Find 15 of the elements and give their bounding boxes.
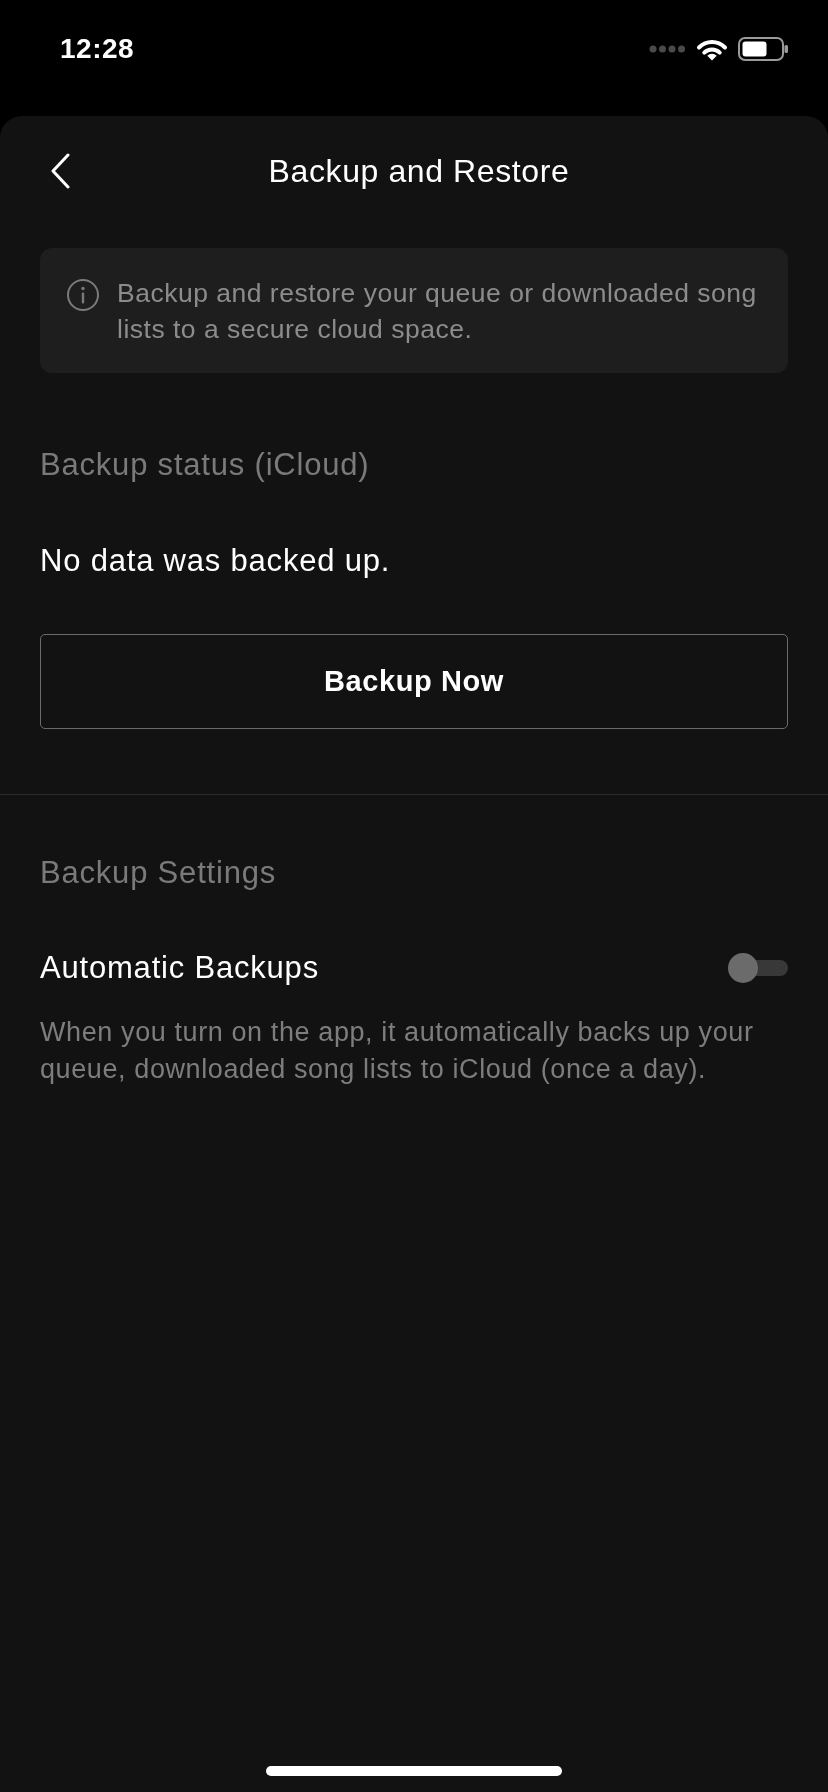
page-title: Backup and Restore: [268, 152, 570, 191]
section-heading: Backup Settings: [40, 854, 278, 892]
status-time: 12:28: [60, 32, 135, 66]
status-message: No data was backed up.: [40, 542, 392, 580]
setting-label: Automatic Backups: [40, 949, 319, 987]
wifi-icon: [696, 37, 728, 61]
back-icon[interactable]: [50, 153, 70, 189]
section-heading: Backup status (iCloud): [40, 446, 371, 484]
backup-now-button[interactable]: Backup Now: [40, 634, 788, 729]
info-text: Backup and restore your queue or downloaded song lists to a secure cloud space.: [117, 277, 758, 346]
battery-icon: [738, 37, 788, 61]
signal-icon: [649, 45, 686, 53]
toggle-switch[interactable]: [728, 953, 788, 983]
info-icon: [67, 279, 99, 311]
setting-description: When you turn on the app, it automatically backs up your queue, downloaded song lists to iCloud (once a day).: [40, 1016, 755, 1086]
